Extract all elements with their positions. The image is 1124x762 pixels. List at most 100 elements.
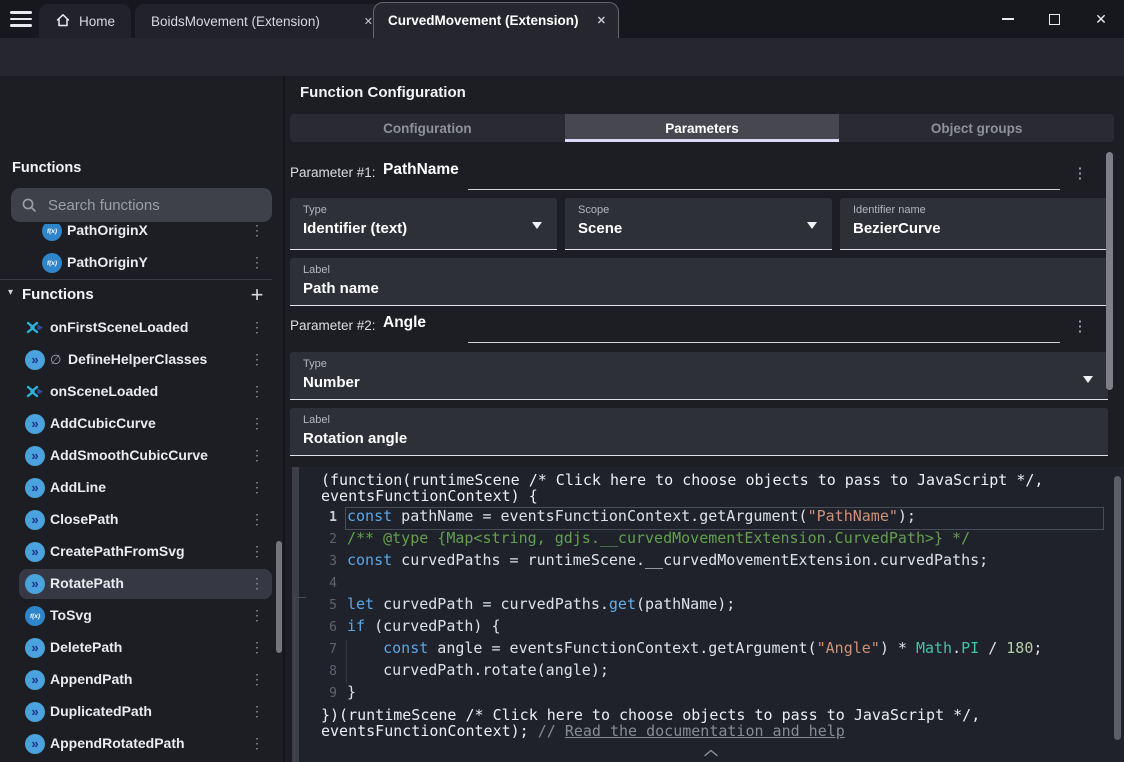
function-item-addsmoothcubiccurve[interactable]: AddSmoothCubicCurve xyxy=(0,440,283,472)
function-item-createpathfromsvg[interactable]: CreatePathFromSvg xyxy=(0,536,283,568)
function-item-addline[interactable]: AddLine xyxy=(0,472,283,504)
code-line[interactable]: 9} xyxy=(299,683,1124,705)
function-item-deletepath[interactable]: DeletePath xyxy=(0,632,283,664)
dropdown-caret-icon[interactable] xyxy=(532,222,542,229)
tab-curvedmovement[interactable]: CurvedMovement (Extension) xyxy=(373,2,619,38)
action-function-icon xyxy=(25,702,45,722)
tab-object-groups[interactable]: Object groups xyxy=(839,114,1114,142)
collapse-arrow-icon[interactable] xyxy=(8,287,13,298)
item-menu-icon[interactable] xyxy=(250,543,264,560)
event-guide-line xyxy=(294,597,295,762)
window-maximize-button[interactable] xyxy=(1041,8,1067,30)
code-scrollbar[interactable] xyxy=(1114,476,1121,740)
dropdown-caret-icon[interactable] xyxy=(807,222,817,229)
item-menu-icon[interactable] xyxy=(250,351,264,368)
item-menu-icon[interactable] xyxy=(250,639,264,656)
item-menu-icon[interactable] xyxy=(250,415,264,432)
item-menu-icon[interactable] xyxy=(250,447,264,464)
function-item-definehelperclasses[interactable]: ∅ DefineHelperClasses xyxy=(0,344,283,376)
param2-label-field[interactable]: Label Rotation angle xyxy=(290,408,1108,456)
item-menu-icon[interactable] xyxy=(250,511,264,528)
item-menu-icon[interactable] xyxy=(250,319,264,336)
search-icon xyxy=(21,197,37,213)
function-item-appendpath[interactable]: AppendPath xyxy=(0,664,283,696)
param1-type-select[interactable]: Type Identifier (text) xyxy=(290,198,557,250)
code-lines: 1const pathName = eventsFunctionContext.… xyxy=(299,507,1124,705)
code-line[interactable]: 5let curvedPath = curvedPaths.get(pathNa… xyxy=(299,595,1124,617)
item-menu-icon[interactable] xyxy=(250,575,264,592)
javascript-code-editor[interactable]: (function(runtimeScene /* Click here to … xyxy=(299,467,1124,762)
tab-home[interactable]: Home xyxy=(39,4,131,38)
item-menu-icon[interactable] xyxy=(250,671,264,688)
item-menu-icon[interactable] xyxy=(250,607,264,624)
param1-identifier-name-field[interactable]: Identifier name BezierCurve xyxy=(840,198,1108,250)
panel-title: Function Configuration xyxy=(300,84,466,101)
dropdown-caret-icon[interactable] xyxy=(1083,376,1093,383)
item-menu-icon[interactable] xyxy=(250,383,264,400)
event-guide-line xyxy=(294,597,306,598)
function-item-appendrotatedpath[interactable]: AppendRotatedPath xyxy=(0,728,283,760)
collapse-editor-chevron-icon[interactable] xyxy=(703,744,719,762)
item-menu-icon[interactable] xyxy=(250,735,264,752)
code-line[interactable]: 1const pathName = eventsFunctionContext.… xyxy=(299,507,1124,529)
code-header[interactable]: (function(runtimeScene /* Click here to … xyxy=(321,472,1043,504)
parameter-1-menu-icon[interactable] xyxy=(1072,164,1088,182)
action-function-icon xyxy=(25,350,45,370)
tab-label: BoidsMovement (Extension) xyxy=(151,14,320,29)
tab-label: Home xyxy=(79,14,115,29)
item-menu-icon[interactable] xyxy=(250,479,264,496)
function-item-duplicatedpath[interactable]: DuplicatedPath xyxy=(0,696,283,728)
close-tab-icon[interactable] xyxy=(364,15,373,28)
code-line[interactable]: 8 curvedPath.rotate(angle); xyxy=(299,661,1124,683)
sidebar-scrollbar[interactable] xyxy=(276,541,282,653)
functions-list: PathOriginX PathOriginY Functions onFirs… xyxy=(0,224,283,762)
window-close-button[interactable] xyxy=(1088,8,1114,30)
code-line[interactable]: 6if (curvedPath) { xyxy=(299,617,1124,639)
action-function-icon xyxy=(25,638,45,658)
add-function-icon[interactable] xyxy=(246,282,268,308)
parameter-2-menu-icon[interactable] xyxy=(1072,317,1088,335)
search-functions-box[interactable] xyxy=(11,188,272,222)
code-line[interactable]: 4 xyxy=(299,573,1124,595)
search-functions-input[interactable] xyxy=(46,196,262,215)
parameters-scrollbar[interactable] xyxy=(1106,152,1113,390)
functions-section-header[interactable]: Functions xyxy=(0,280,283,312)
item-menu-icon[interactable] xyxy=(250,254,264,271)
function-item-rotatepath[interactable]: RotatePath xyxy=(0,568,283,600)
action-function-icon xyxy=(25,446,45,466)
action-function-icon xyxy=(25,414,45,434)
function-item-pathoriginx[interactable]: PathOriginX xyxy=(0,224,283,247)
parameter-2-label: Parameter #2: xyxy=(290,318,376,333)
function-item-tosvg[interactable]: ToSvg xyxy=(0,600,283,632)
expression-function-icon xyxy=(42,253,62,273)
param2-type-select[interactable]: Type Number xyxy=(290,352,1108,400)
documentation-link[interactable]: Read the documentation and help xyxy=(565,722,845,740)
parameter-2-name-field[interactable]: Angle xyxy=(383,314,426,332)
function-item-onsceneloaded[interactable]: onSceneLoaded xyxy=(0,376,283,408)
function-item-closepath[interactable]: ClosePath xyxy=(0,504,283,536)
function-item-addcubiccurve[interactable]: AddCubicCurve xyxy=(0,408,283,440)
function-item-onfirstsceneloaded[interactable]: onFirstSceneLoaded xyxy=(0,312,283,344)
code-line[interactable]: 3const curvedPaths = runtimeScene.__curv… xyxy=(299,551,1124,573)
parameter-name-underline xyxy=(468,189,1060,190)
param1-scope-select[interactable]: Scope Scene xyxy=(565,198,832,250)
tab-boidsmovement[interactable]: BoidsMovement (Extension) xyxy=(135,4,385,38)
item-menu-icon[interactable] xyxy=(250,224,264,239)
code-line[interactable]: 2/** @type {Map<string, gdjs.__curvedMov… xyxy=(299,529,1124,551)
tab-parameters[interactable]: Parameters xyxy=(565,114,840,142)
code-line[interactable]: 7 const angle = eventsFunctionContext.ge… xyxy=(299,639,1124,661)
window-minimize-button[interactable] xyxy=(995,8,1021,30)
parameter-1-name-field[interactable]: PathName xyxy=(383,161,459,179)
param1-label-field[interactable]: Label Path name xyxy=(290,258,1108,306)
configuration-tabs: Configuration Parameters Object groups xyxy=(290,114,1114,142)
main-menu-icon[interactable] xyxy=(10,11,32,27)
lifecycle-function-icon xyxy=(25,318,45,338)
tab-configuration[interactable]: Configuration xyxy=(290,114,565,142)
close-tab-icon[interactable] xyxy=(597,14,606,27)
titlebar: Home BoidsMovement (Extension) CurvedMov… xyxy=(0,0,1124,38)
item-menu-icon[interactable] xyxy=(250,703,264,720)
expression-function-icon xyxy=(25,606,45,626)
indent-guide xyxy=(346,640,347,684)
code-footer[interactable]: })(runtimeScene /* Click here to choose … xyxy=(321,707,980,739)
function-item-pathoriginy[interactable]: PathOriginY xyxy=(0,247,283,279)
